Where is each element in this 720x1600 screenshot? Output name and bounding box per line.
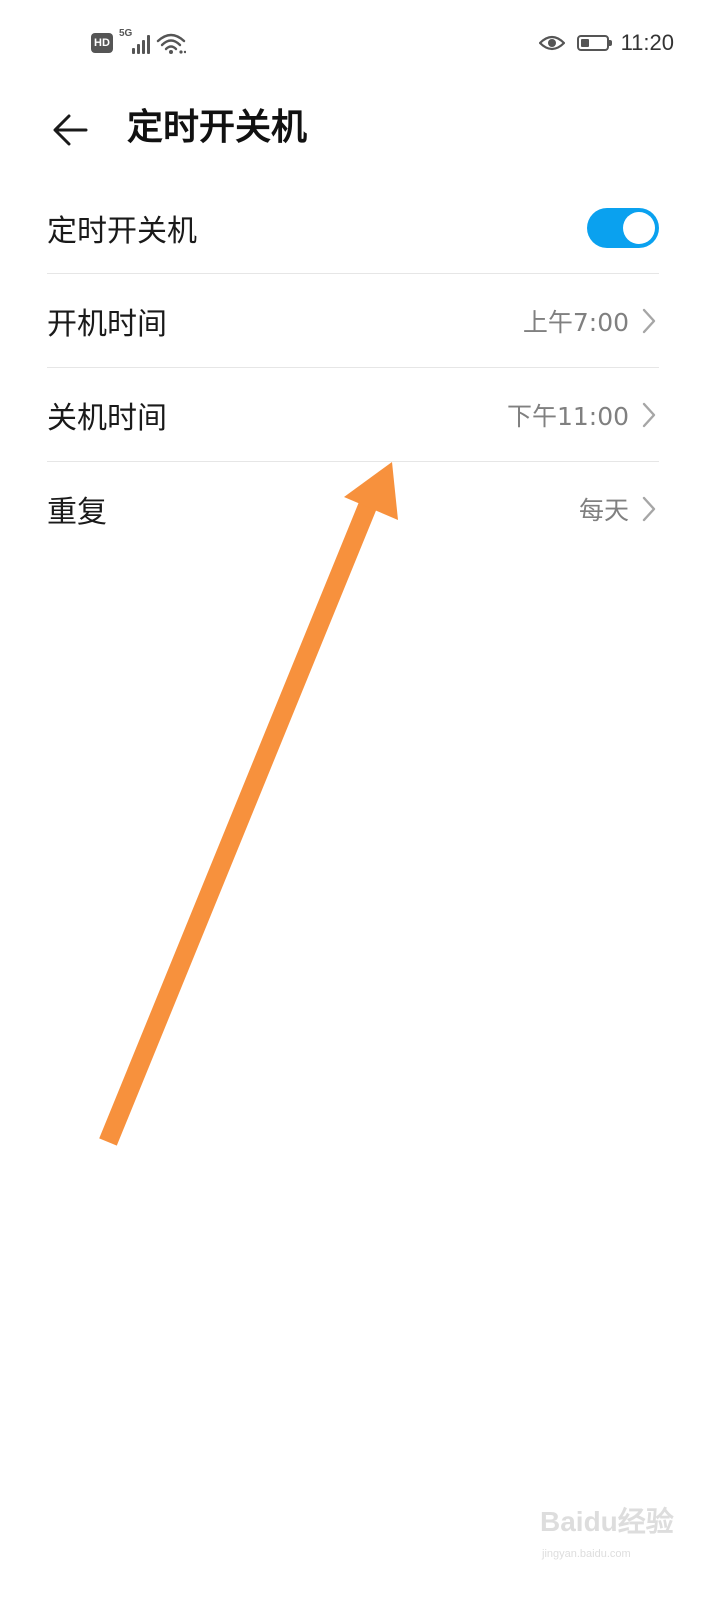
power-on-time-label: 开机时间	[47, 306, 167, 342]
power-off-time-value: 下午11:00	[506, 401, 629, 431]
power-on-time-value: 上午7:00	[522, 307, 629, 337]
scheduled-power-toggle[interactable]	[587, 207, 659, 248]
power-off-time-right: 下午11:00	[507, 397, 659, 433]
wifi-icon	[156, 33, 186, 54]
signal-icon: 5G	[119, 28, 150, 54]
settings-list: 定时开关机 开机时间 上午7:00 关机时间 下午11:00 重复 每天	[47, 182, 659, 556]
power-off-time-label: 关机时间	[47, 400, 167, 436]
repeat-label: 重复	[47, 495, 107, 530]
eye-icon	[538, 35, 565, 51]
status-right: 11:20	[538, 28, 674, 58]
back-arrow-icon	[53, 114, 88, 146]
scheduled-power-label: 定时开关机	[47, 213, 197, 249]
watermark-logo: Baidu经验	[540, 1506, 674, 1537]
status-bar: HD 5G 11:20	[0, 0, 720, 86]
watermark: Baidu经验 jingyan.baidu.com	[540, 1490, 680, 1580]
page-title: 定时开关机	[127, 107, 308, 148]
power-on-time-right: 上午7:00	[523, 303, 659, 339]
chevron-right-icon	[639, 495, 659, 523]
screen: HD 5G 11:20 定时开关机 定时开关机 开机时间 上午7:00 关机时间…	[0, 0, 720, 1600]
back-button[interactable]	[44, 104, 96, 156]
repeat-row[interactable]: 重复 每天	[47, 462, 659, 556]
network-type-label: 5G	[119, 28, 133, 39]
app-header: 定时开关机	[0, 86, 720, 174]
chevron-right-icon	[639, 307, 659, 335]
chevron-right-icon	[639, 401, 659, 429]
toggle-knob	[623, 211, 655, 244]
power-off-time-row[interactable]: 关机时间 下午11:00	[47, 368, 659, 462]
watermark-url: jingyan.baidu.com	[542, 1548, 631, 1560]
status-left: HD 5G	[91, 28, 186, 58]
status-time: 11:20	[620, 30, 674, 55]
battery-icon	[576, 35, 612, 51]
repeat-right: 每天	[579, 491, 659, 527]
power-on-time-row[interactable]: 开机时间 上午7:00	[47, 274, 659, 368]
repeat-value: 每天	[578, 496, 629, 525]
scheduled-power-row[interactable]: 定时开关机	[47, 182, 659, 274]
hd-icon: HD	[91, 33, 113, 53]
